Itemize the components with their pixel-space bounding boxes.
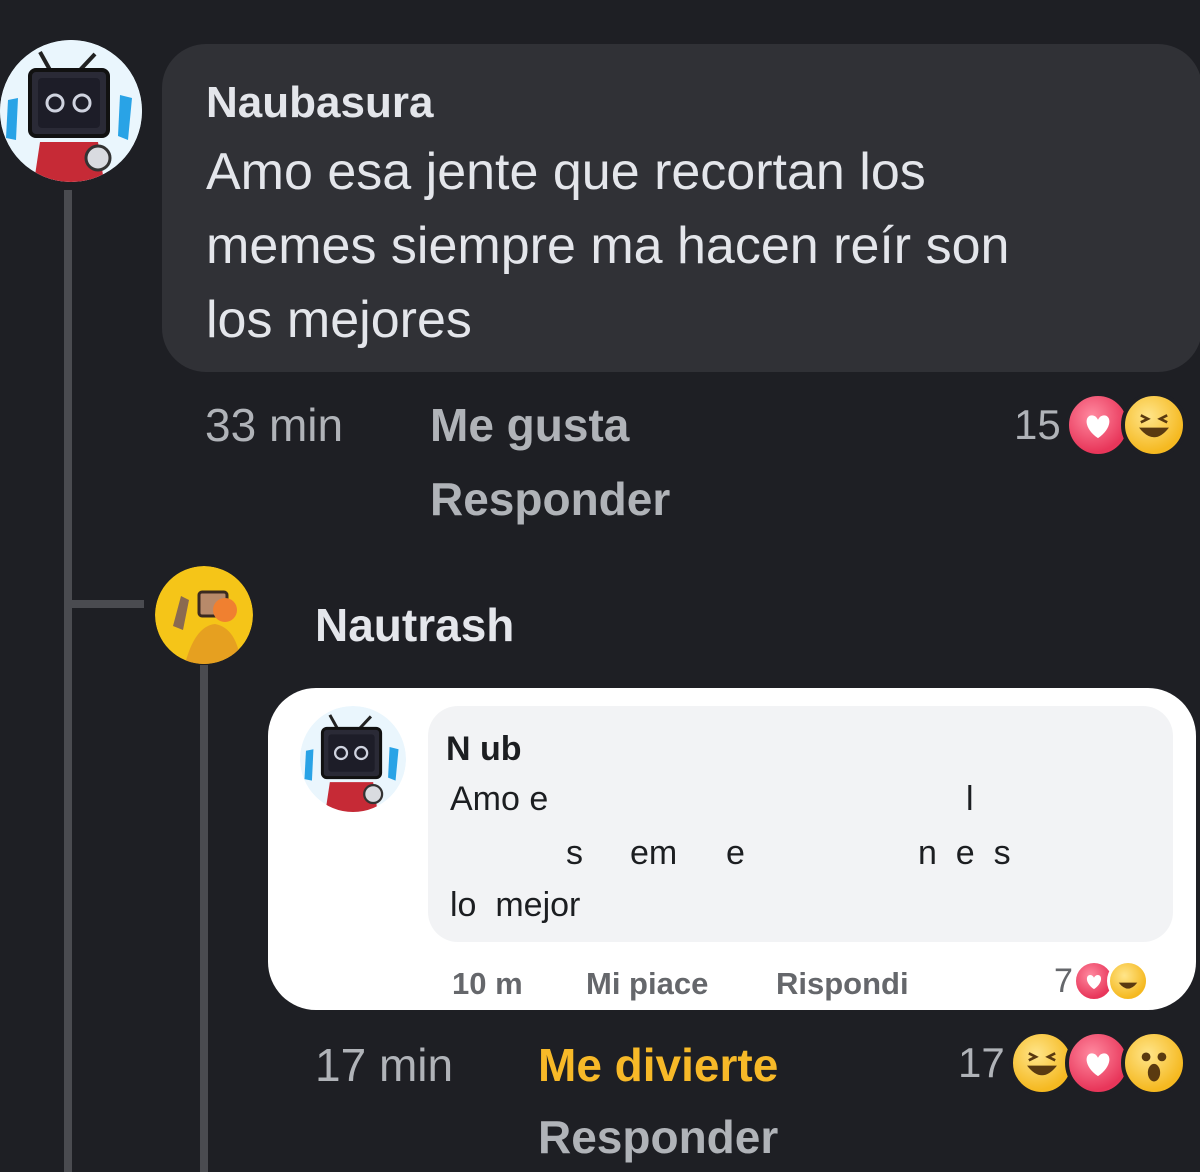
reply-button[interactable]: Responder (538, 1110, 778, 1164)
reply-button[interactable]: Responder (430, 472, 670, 526)
reaction-count: 15 (1014, 401, 1061, 448)
character-avatar (155, 566, 253, 664)
screenshot-text: em (630, 834, 678, 872)
comment-text-line-1: Amo esa jente que recortan los (206, 143, 926, 201)
comment-reactions[interactable]: 15 (1014, 392, 1187, 458)
reply-author[interactable]: Nautrash (315, 598, 514, 652)
comment-timestamp: 33 min (205, 399, 344, 451)
screenshot-reply-button: Rispondi (776, 966, 909, 1001)
screenshot-reaction-count: 7 (1054, 961, 1073, 1000)
avatar (300, 706, 406, 812)
tv-character-avatar (0, 40, 142, 182)
screenshot-like-button: Mi piace (586, 966, 709, 1001)
comment-author[interactable]: Naubasura (206, 78, 433, 128)
screenshot-reactions: 7 (1054, 960, 1149, 1002)
screenshot-image[interactable]: N ub Amo e l s em e n e s lo mejor 10 m … (268, 688, 1196, 1010)
screenshot-timestamp: 10 m (452, 966, 523, 1001)
reaction-button[interactable]: Me divierte (538, 1038, 778, 1092)
reply-timestamp: 17 min (315, 1039, 454, 1091)
haha-icon (1120, 392, 1187, 458)
tv-character-avatar (300, 706, 406, 812)
screenshot-text: l (966, 780, 974, 818)
like-button[interactable]: Me gusta (430, 398, 629, 452)
comment-text-line-3: los mejores (206, 291, 472, 349)
screenshot-text: lo mejor (450, 886, 581, 924)
thread-line-reply (200, 665, 208, 1172)
thread-line-branch (64, 600, 144, 608)
screenshot-author: N ub (446, 730, 522, 768)
comment-text-line-2: memes siempre ma hacen reír son (206, 217, 1010, 275)
wow-icon (1120, 1030, 1187, 1096)
thread-line-main (64, 190, 72, 1172)
comment-bubble[interactable]: Naubasura Amo esa jente que recortan los… (162, 44, 1200, 372)
screenshot-text: s (566, 834, 583, 872)
avatar[interactable] (155, 566, 253, 664)
screenshot-text: n e s (918, 834, 1011, 872)
reaction-count: 17 (958, 1039, 1005, 1086)
haha-icon (1106, 960, 1149, 1002)
avatar[interactable] (0, 40, 142, 182)
screenshot-text: e (726, 834, 745, 872)
reply-reactions[interactable]: 17 (958, 1030, 1187, 1096)
screenshot-text: Amo e (450, 780, 549, 818)
